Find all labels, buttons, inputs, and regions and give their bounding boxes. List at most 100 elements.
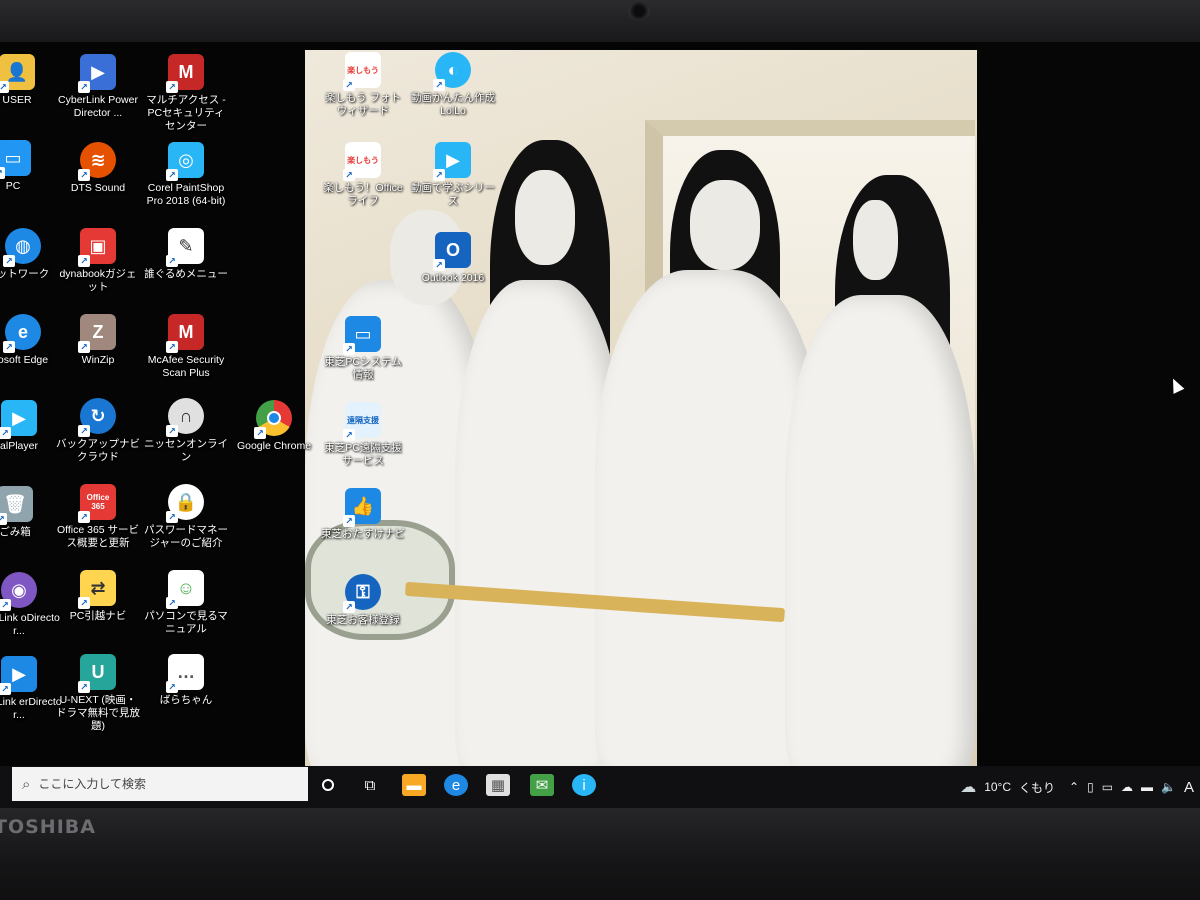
app-taskbar-button[interactable]: ✉: [530, 774, 554, 796]
chevron-up-icon[interactable]: ⌃: [1069, 780, 1079, 794]
store-button[interactable]: ▦: [486, 774, 510, 796]
desktop-icon-label: U-NEXT (映画・ドラマ無料で見放題): [56, 694, 140, 732]
weather-temperature[interactable]: 10°C: [984, 780, 1011, 794]
icon-badge-text: 遠隔支援: [347, 415, 379, 425]
desktop-icon-chrome[interactable]: Google Chrome: [231, 400, 317, 453]
desktop-icon-label: ごみ箱: [0, 526, 31, 538]
weather-description[interactable]: くもり: [1019, 779, 1055, 796]
desktop-icon-pc-move[interactable]: ⇄ PC引越ナビ: [55, 570, 141, 623]
wallpaper-face: [515, 170, 575, 265]
desktop-icon-bara[interactable]: … ばらちゃん: [143, 654, 229, 707]
desktop-icon-label: Google Chrome: [236, 440, 312, 452]
remote-support-icon: 遠隔支援: [343, 402, 381, 441]
video-learn-icon: ▶: [433, 142, 471, 181]
onedrive-cloud-icon[interactable]: ☁: [1121, 780, 1133, 794]
cyberlink-icon: ◉: [0, 572, 37, 611]
battery-icon[interactable]: ▬: [1141, 780, 1153, 794]
photo-wizard-icon: 楽しもう: [343, 52, 381, 91]
edge-taskbar-button[interactable]: e: [444, 774, 468, 796]
pencil-note-icon: ✎: [166, 228, 204, 267]
desktop-icon-mcafee-scan[interactable]: M McAfee Security Scan Plus: [143, 314, 229, 380]
desktop-icon-loilo[interactable]: ◐ 動画かんたん作成 LoiLo: [410, 52, 496, 118]
desktop-icon-osusume[interactable]: 👍 東芝おたすけナビ: [320, 488, 406, 541]
manual-icon: ☺: [166, 570, 204, 609]
wallpaper-face: [853, 200, 898, 280]
user-folder-icon: 👤: [0, 54, 35, 93]
desktop-icon-label: McAfee Security Scan Plus: [147, 354, 225, 379]
webcam: [628, 2, 650, 20]
desktop-icon-label: USER: [2, 94, 32, 106]
icon-badge-text: Office 365: [86, 493, 110, 511]
desktop-icon-label: 誰ぐるめメニュー: [144, 268, 228, 280]
desktop-icon-password[interactable]: 🔒 パスワードマネージャーのご紹介: [143, 484, 229, 550]
wallpaper-face: [690, 180, 760, 270]
desktop-icon-user[interactable]: 👤 USER: [0, 54, 60, 107]
desktop-icon-outlook[interactable]: O Outlook 2016: [410, 232, 496, 285]
desktop-icon-winzip[interactable]: Z WinZip: [55, 314, 141, 367]
task-view-button[interactable]: ⧉: [358, 774, 382, 796]
desktop-icon-label: 東芝お客様登録: [326, 614, 400, 626]
icon-glyph-text: O: [445, 239, 460, 260]
cloud-weather-icon[interactable]: ☁: [960, 777, 976, 797]
desktop-icon-label: PC: [5, 180, 21, 192]
info-taskbar-button[interactable]: i: [572, 774, 596, 796]
system-tray: ☁ 10°C くもり ⌃ ▯ ▭ ☁ ▬ 🔈 A: [960, 766, 1200, 808]
info-icon: i: [582, 776, 586, 794]
desktop-icon-label: 動画かんたん作成 LoiLo: [411, 92, 495, 117]
desktop-icon-cyberlink-3[interactable]: ▶ yberLink erDirector...: [0, 656, 62, 722]
desktop-icon-unext[interactable]: U U-NEXT (映画・ドラマ無料で見放題): [55, 654, 141, 733]
desktop-icon-corel[interactable]: ◎ Corel PaintShop Pro 2018 (64-bit): [143, 142, 229, 208]
key-icon: ⚿: [343, 574, 381, 613]
desktop-icon-label: dynabookガジェット: [59, 268, 137, 293]
desktop-icon-video-learn[interactable]: ▶ 動画で学ぶシリーズ: [410, 142, 496, 208]
desktop-icon-manual[interactable]: ☺ パソコンで見るマニュアル: [143, 570, 229, 636]
icon-badge-text: 楽しもう: [347, 65, 379, 75]
office-icon: Office 365: [78, 484, 116, 523]
desktop-icon-label: PC引越ナビ: [69, 610, 127, 622]
desktop-icon-register[interactable]: ⚿ 東芝お客様登録: [320, 574, 406, 627]
desktop-icon-pc[interactable]: ▭ PC: [0, 140, 56, 193]
network-display-icon[interactable]: ▭: [1102, 780, 1113, 794]
desktop-icon-realplayer[interactable]: ▶ alPlayer: [0, 400, 62, 453]
edge-icon: e: [451, 776, 461, 794]
desktop-icon-office-life[interactable]: 楽しもう 楽しもう！Officeライフ: [320, 142, 406, 208]
desktop-icon-remote-support[interactable]: 遠隔支援 東芝PC遠隔支援サービス: [320, 402, 406, 468]
desktop-icon-trash[interactable]: 🗑 ごみ箱: [0, 486, 58, 539]
search-input[interactable]: [38, 777, 279, 791]
volume-icon[interactable]: 🔈: [1161, 780, 1176, 794]
desktop-icon-label: 東芝PC遠隔支援サービス: [324, 442, 402, 467]
desktop-icon-label: alPlayer: [0, 440, 38, 452]
device-icon[interactable]: ▯: [1087, 780, 1094, 794]
headset-icon: ∩: [166, 398, 204, 437]
desktop-icon-backup[interactable]: ↻ バックアップナビ クラウド: [55, 398, 141, 464]
file-explorer-button[interactable]: ▬: [402, 774, 426, 796]
task-view-icon: ⧉: [364, 776, 376, 794]
outlook-icon: O: [433, 232, 471, 271]
desktop-icon-mcafee-multiaccess[interactable]: M マルチアクセス - PCセキュリティセンター: [143, 54, 229, 133]
camera-icon: ◎: [166, 142, 204, 181]
cortana-button[interactable]: [316, 774, 340, 796]
chrome-icon: [254, 400, 292, 439]
desktop-icon-cyberlink-pd[interactable]: ▶ CyberLink PowerDirector ...: [55, 54, 141, 120]
desktop-icon-menu[interactable]: ✎ 誰ぐるめメニュー: [143, 228, 229, 281]
mcafee-icon: M: [166, 314, 204, 353]
desktop-icon-dts[interactable]: ≋ DTS Sound: [55, 142, 141, 195]
icon-badge-text: 楽しもう: [347, 155, 379, 165]
desktop-icon-nissen[interactable]: ∩ ニッセンオンライン: [143, 398, 229, 464]
thumbs-up-icon: 👍: [343, 488, 381, 527]
desktop-icon-label: パスワードマネージャーのご紹介: [144, 524, 228, 549]
desktop-icon-office365[interactable]: Office 365 Office 365 サービス概要と更新: [55, 484, 141, 550]
desktop-icon-sysinfo[interactable]: ▭ 東芝PCシステム情報: [320, 316, 406, 382]
desktop-icon-dynabook[interactable]: ▣ dynabookガジェット: [55, 228, 141, 294]
laptop-bezel-top: [0, 0, 1200, 42]
backup-icon: ↻: [78, 398, 116, 437]
ime-indicator[interactable]: A: [1184, 779, 1194, 796]
taskbar-search-box[interactable]: ⌕: [12, 767, 308, 801]
desktop-icon-label: WinZip: [81, 354, 115, 366]
desktop-icon-photo-wizard[interactable]: 楽しもう 楽しもう フォトウィザード: [320, 52, 406, 118]
desktop-icon-label: マルチアクセス - PCセキュリティセンター: [146, 94, 226, 132]
envelope-icon: ✉: [535, 777, 549, 794]
system-info-icon: ▭: [343, 316, 381, 355]
desktop-icon-cyberlink-2[interactable]: ◉ yberLink oDirector...: [0, 572, 62, 638]
realplayer-icon: ▶: [0, 400, 37, 439]
